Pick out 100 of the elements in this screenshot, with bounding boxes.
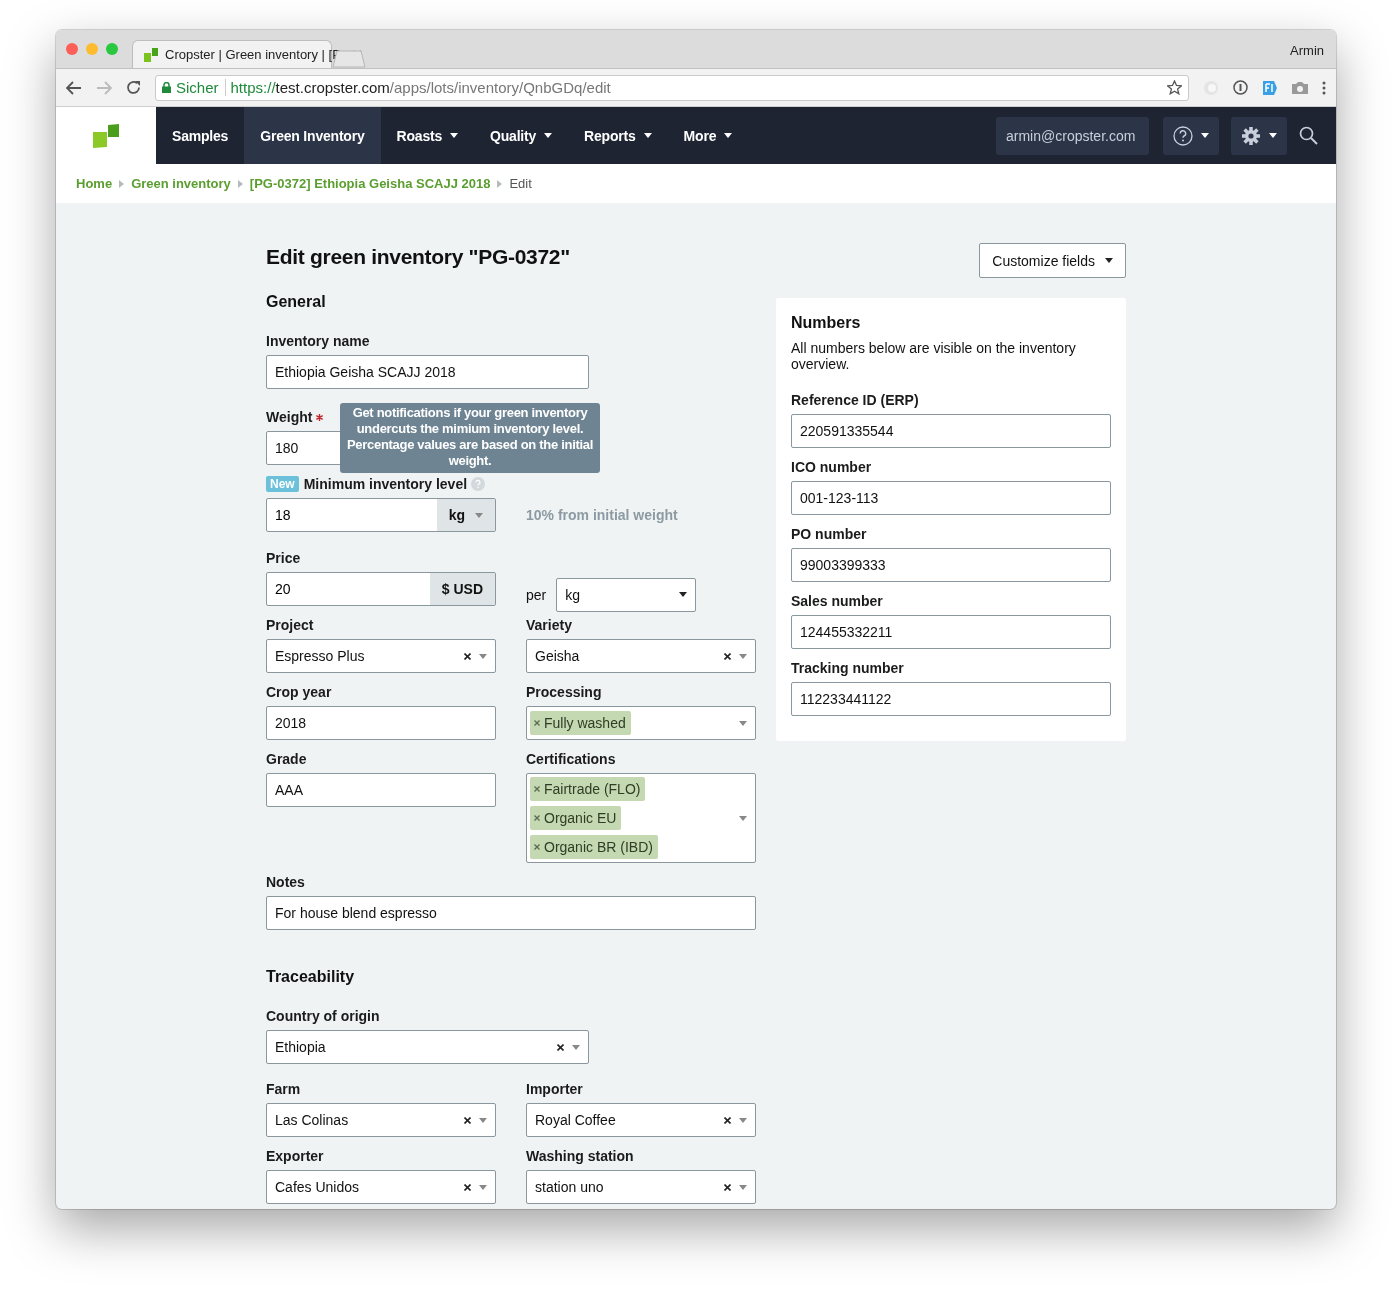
field-label: Certifications <box>526 751 617 767</box>
clear-icon[interactable] <box>724 1183 731 1191</box>
input-field[interactable]: Ethiopia Geisha SCAJJ 2018 <box>266 355 589 389</box>
caret-icon <box>739 720 747 726</box>
new-badge: New <box>266 476 299 492</box>
caret-icon <box>479 653 487 659</box>
clear-icon[interactable] <box>464 1183 471 1191</box>
chevron-icon <box>497 179 503 188</box>
field-label: Tracking number <box>791 660 905 676</box>
chevron-icon <box>119 179 125 188</box>
security-label: Sicher <box>176 79 226 96</box>
field-label: Importer <box>526 1081 584 1097</box>
caret-icon <box>479 1117 487 1123</box>
per-label: per <box>526 586 547 603</box>
help-icon <box>1173 125 1193 146</box>
caret-icon <box>479 1184 487 1190</box>
select-field[interactable]: Geisha <box>526 639 756 673</box>
bookmark-star-icon[interactable] <box>1167 80 1182 95</box>
caret-icon <box>739 1184 747 1190</box>
clear-icon[interactable] <box>557 1043 564 1051</box>
search-icon[interactable] <box>1299 126 1318 145</box>
field-label: Price <box>266 550 302 566</box>
tooltip: Get notifications if your green inventory undercuts the mimium inventory level. Percentage values are based on the initial weight. <box>340 403 600 473</box>
field-label: Inventory name <box>266 333 371 349</box>
nav-item[interactable]: Roasts <box>380 107 475 164</box>
remove-icon[interactable] <box>534 815 540 821</box>
clear-icon[interactable] <box>464 1116 471 1124</box>
selected-tag[interactable]: Organic EU <box>530 806 622 830</box>
settings-menu[interactable] <box>1231 116 1287 155</box>
clear-icon[interactable] <box>464 652 471 660</box>
caret-icon <box>1269 133 1277 138</box>
profile-name[interactable]: Armin <box>1290 43 1324 58</box>
select-field[interactable]: Espresso Plus <box>266 639 496 673</box>
select-field[interactable]: station uno <box>526 1170 756 1204</box>
input-field[interactable]: 220591335544 <box>791 414 1111 448</box>
back-icon[interactable] <box>66 80 82 95</box>
extension-icon[interactable] <box>1262 79 1278 96</box>
page-title: Edit green inventory "PG-0372" <box>266 244 570 269</box>
clear-icon[interactable] <box>724 1116 731 1124</box>
input-field[interactable]: 124455332211 <box>791 615 1111 649</box>
input-field[interactable]: 001-123-113 <box>791 481 1111 515</box>
field-label: Grade <box>266 751 308 767</box>
multi-select-field[interactable]: Fairtrade (FLO) Organic EU Organic BR (IBD) <box>526 773 756 863</box>
camera-icon[interactable] <box>1292 81 1308 94</box>
input-field[interactable]: 20 $ USD <box>266 572 496 606</box>
selected-tag[interactable]: Fully washed <box>530 711 631 735</box>
nav-item[interactable]: Reports <box>568 107 668 164</box>
field-label: Sales number <box>791 593 884 609</box>
field-label: Processing <box>526 684 603 700</box>
remove-icon[interactable] <box>534 720 540 726</box>
nav-item[interactable]: Quality <box>474 107 569 164</box>
nav-item[interactable]: More <box>667 107 749 164</box>
caret-icon <box>572 1044 580 1050</box>
field-label: Variety <box>526 617 573 633</box>
select-field[interactable]: Royal Coffee <box>526 1103 756 1137</box>
reload-icon[interactable] <box>126 80 141 95</box>
card-description: All numbers below are visible on the inventory overview. <box>791 340 1077 372</box>
hint-text: 10% from initial weight <box>526 507 678 523</box>
selected-tag[interactable]: Fairtrade (FLO) <box>530 777 646 801</box>
nav-item[interactable]: Samples <box>156 107 245 164</box>
field-label: Country of origin <box>266 1008 381 1024</box>
caret-icon <box>1105 258 1113 263</box>
select-field[interactable]: Cafes Unidos <box>266 1170 496 1204</box>
field-label: Weight <box>266 409 313 425</box>
customize-fields-button[interactable]: Customize fields <box>979 243 1126 278</box>
field-label: Farm <box>266 1081 302 1097</box>
field-label: Crop year <box>266 684 333 700</box>
field-label: Notes <box>266 874 306 890</box>
caret-icon <box>475 512 483 518</box>
select-field[interactable]: Las Colinas <box>266 1103 496 1137</box>
selected-tag[interactable]: Organic BR (IBD) <box>530 835 658 859</box>
clear-icon[interactable] <box>724 652 731 660</box>
field-label: ICO number <box>791 459 873 475</box>
multi-select-field[interactable]: Fully washed <box>526 706 756 740</box>
info-icon[interactable] <box>1233 80 1248 95</box>
input-field[interactable]: 99003399333 <box>791 548 1111 582</box>
select-field[interactable]: Ethiopia <box>266 1030 589 1064</box>
caret-icon <box>1201 133 1209 138</box>
currency-label: $ USD <box>429 573 495 605</box>
section-heading: General <box>266 293 327 312</box>
nav-item[interactable]: Green Inventory <box>244 107 381 164</box>
select-field[interactable]: kg <box>556 577 697 612</box>
user-menu[interactable]: armin@cropster.com <box>996 116 1149 155</box>
remove-icon[interactable] <box>534 786 540 792</box>
field-label: Minimum inventory level <box>303 476 468 492</box>
field-label: Washing station <box>526 1148 635 1164</box>
settings-icon <box>1241 125 1261 146</box>
unit-select[interactable]: kg <box>436 499 495 531</box>
section-heading: Traceability <box>266 968 356 987</box>
input-field[interactable]: For house blend espresso <box>266 896 756 930</box>
address-bar[interactable]: Sicher https://test.cropster.com/apps/lots/inventory/QnbGDq/edit <box>155 74 1189 101</box>
input-field[interactable]: 2018 <box>266 706 496 740</box>
remove-icon[interactable] <box>534 844 540 850</box>
input-field[interactable]: AAA <box>266 773 496 807</box>
caret-icon <box>679 592 688 597</box>
input-field[interactable]: 18 kg <box>266 498 496 532</box>
input-field[interactable]: 112233441122 <box>791 682 1111 716</box>
breadcrumb-current: Edit <box>509 176 532 191</box>
help-menu[interactable] <box>1163 116 1219 155</box>
menu-icon[interactable] <box>1322 80 1326 95</box>
